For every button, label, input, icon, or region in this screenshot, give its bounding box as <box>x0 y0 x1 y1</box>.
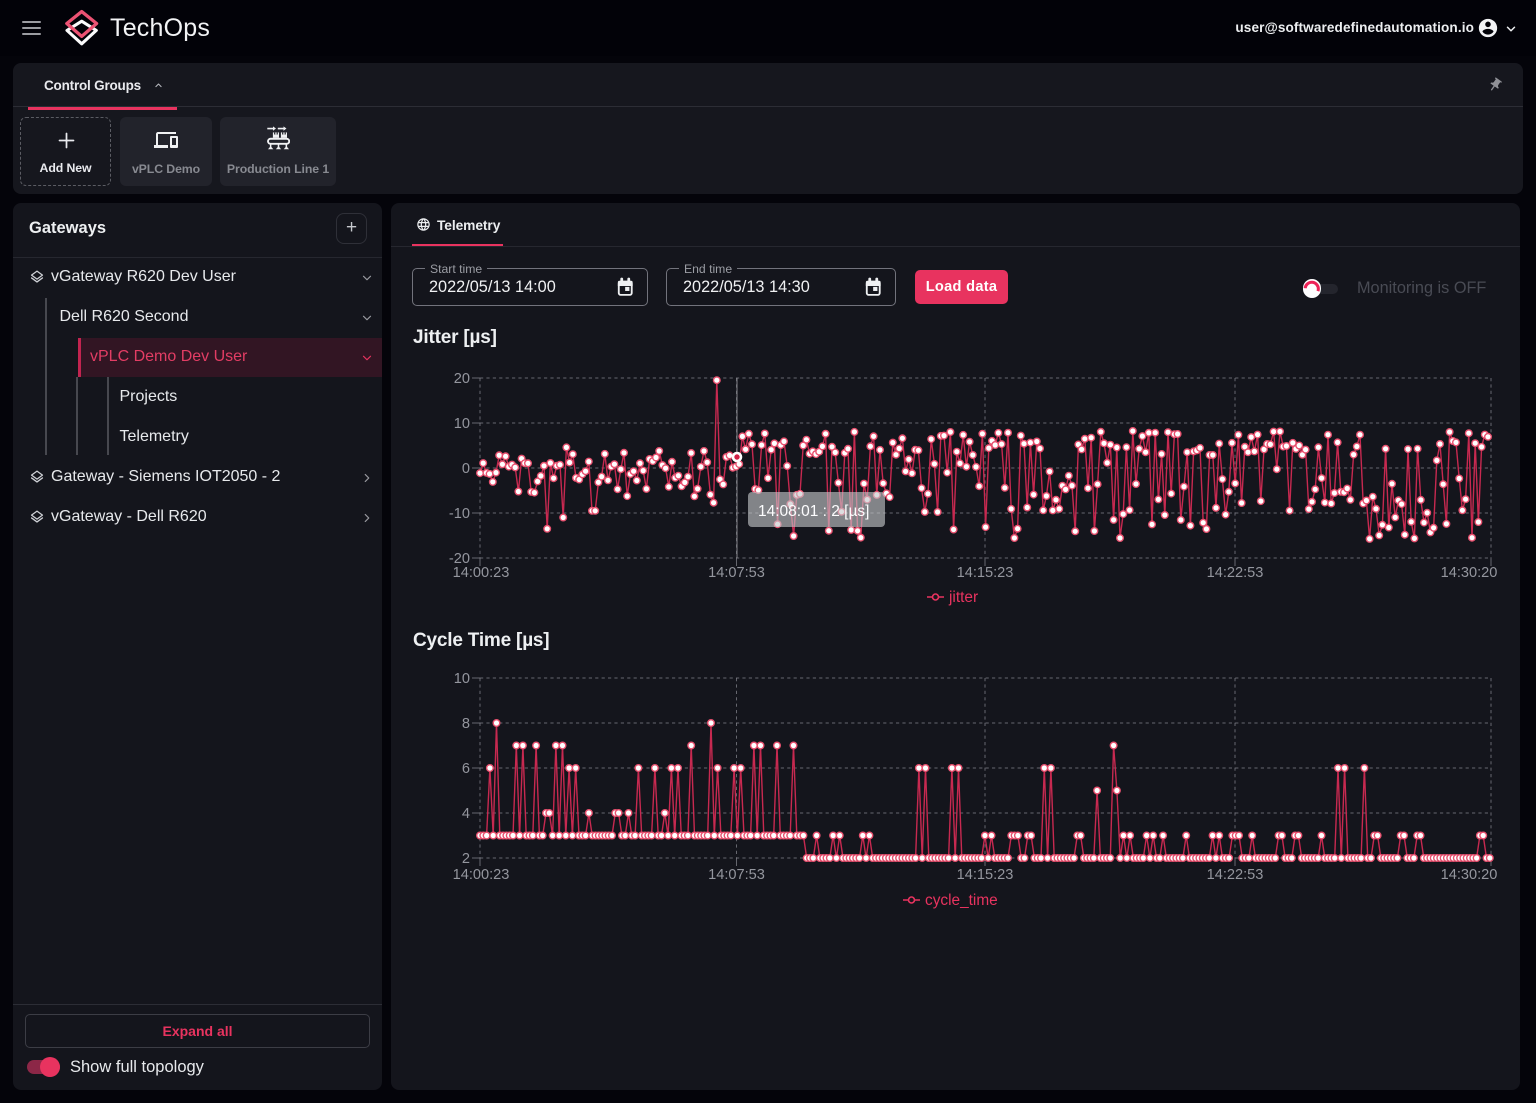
svg-text:6: 6 <box>462 761 470 777</box>
svg-text:4: 4 <box>462 806 470 822</box>
svg-text:10: 10 <box>454 671 470 687</box>
svg-text:14:00:23: 14:00:23 <box>453 867 510 883</box>
svg-text:14:07:53: 14:07:53 <box>708 867 765 883</box>
svg-text:14:22:53: 14:22:53 <box>1207 867 1264 883</box>
svg-text:14:15:23: 14:15:23 <box>957 867 1014 883</box>
svg-text:8: 8 <box>462 716 470 732</box>
svg-text:14:30:20: 14:30:20 <box>1441 867 1498 883</box>
svg-text:2: 2 <box>462 851 470 867</box>
svg-text:cycle_time: cycle_time <box>925 892 998 909</box>
